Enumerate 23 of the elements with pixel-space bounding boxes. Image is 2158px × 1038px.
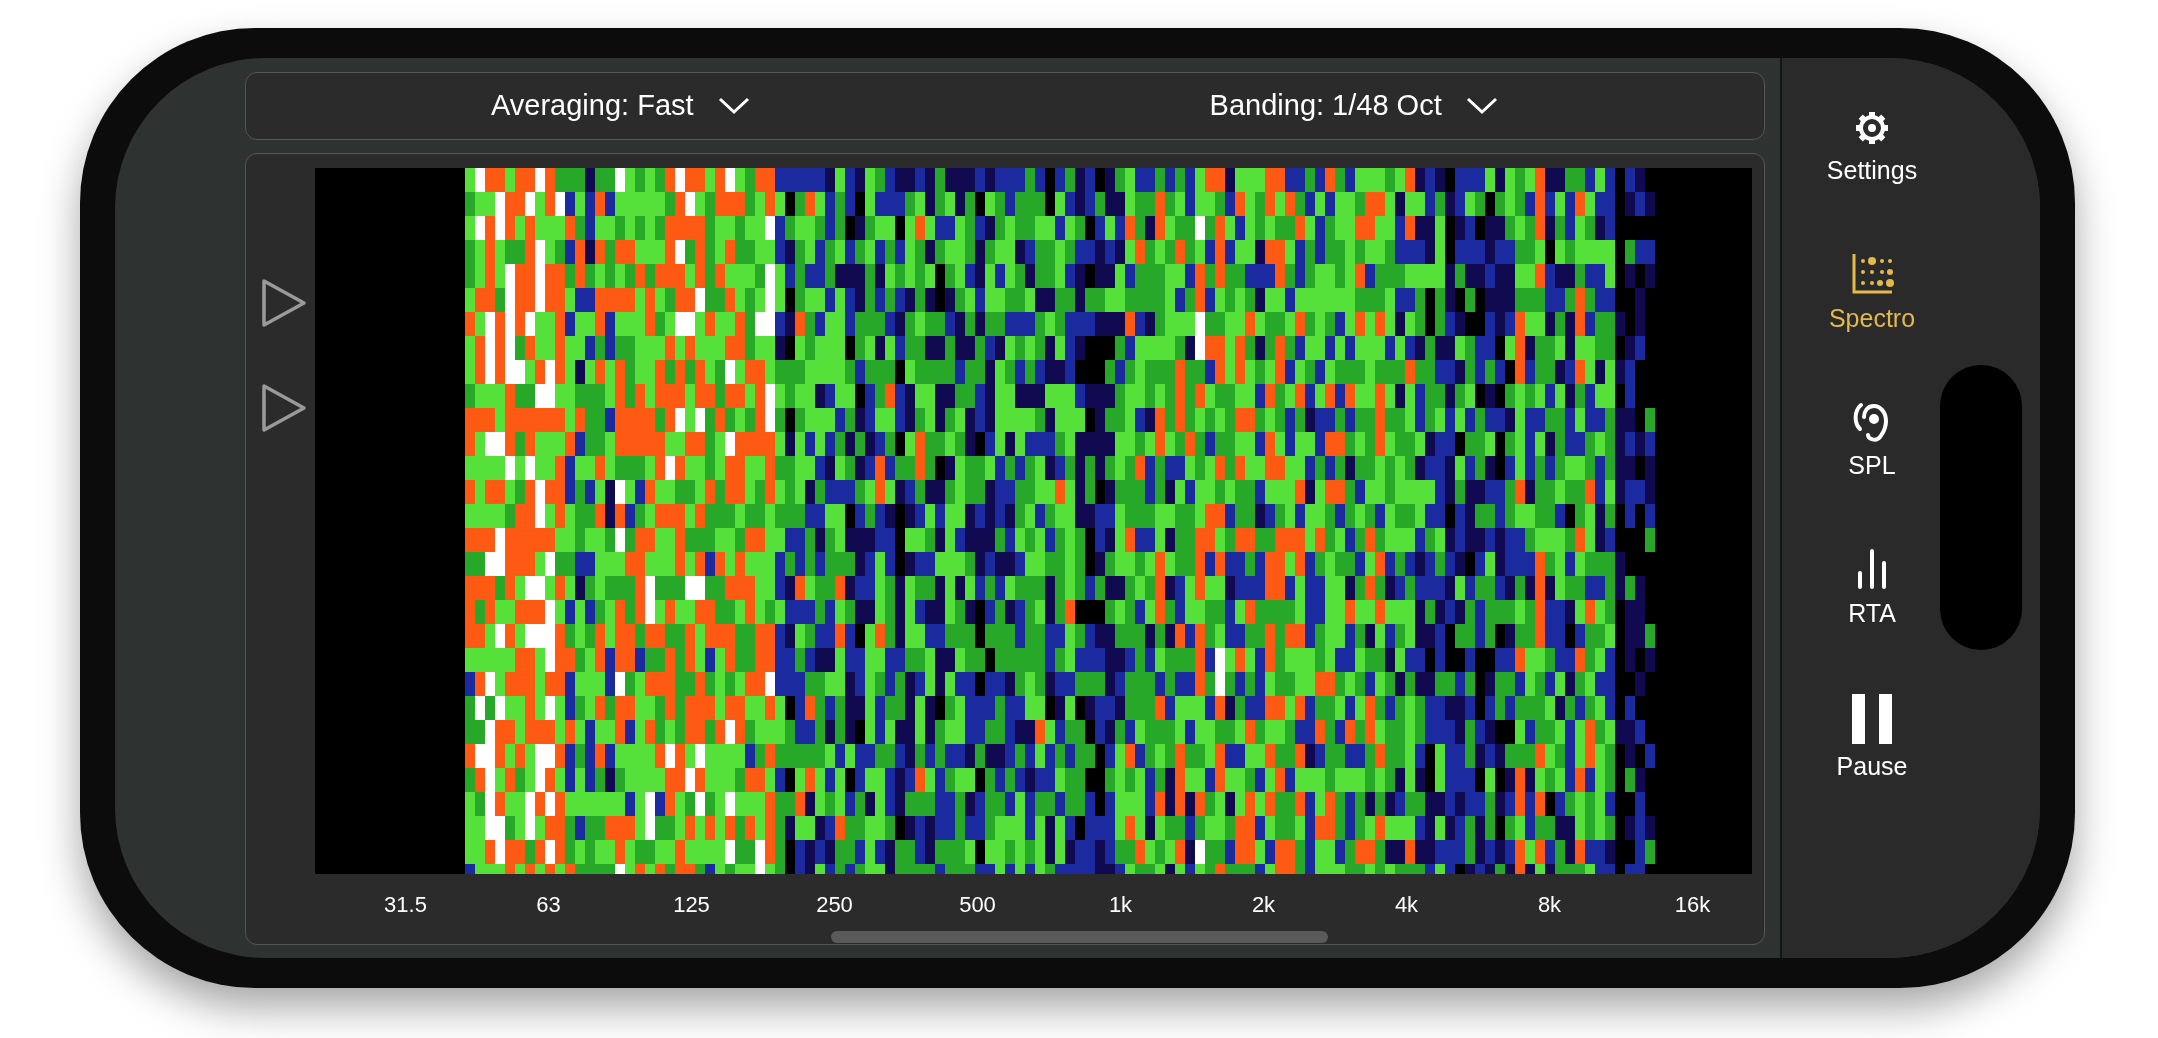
pause-icon (1850, 694, 1894, 744)
dropdown-button[interactable]: Averaging: Fast (491, 84, 750, 128)
dot-grid-chart-icon (1850, 251, 1894, 296)
frequency-label: 2k (1251, 891, 1276, 919)
frequency-label: 500 (959, 891, 996, 919)
frequency-label: 4k (1394, 891, 1419, 919)
frequency-label: 8k (1537, 891, 1562, 919)
chevron-down-icon (717, 97, 750, 115)
play-icon[interactable] (260, 278, 307, 328)
frequency-label: 125 (673, 891, 710, 919)
chevron-down-icon (1465, 97, 1498, 115)
frequency-label: 31.5 (384, 891, 427, 919)
nav-tab[interactable]: Settings (1802, 108, 1942, 190)
frequency-label: 1k (1108, 891, 1133, 919)
nav-tab[interactable]: SPL (1802, 399, 1942, 485)
frequency-label: 250 (816, 891, 853, 919)
frequency-label: 63 (536, 891, 561, 919)
play-icon[interactable] (260, 383, 307, 433)
nav-tab[interactable]: RTA (1802, 546, 1942, 632)
nav-tab[interactable]: Pause (1802, 694, 1942, 786)
nav-tab[interactable]: Spectro (1802, 251, 1942, 337)
dropdown-button[interactable]: Banding: 1/48 Oct (1209, 84, 1498, 128)
frequency-label: 16k (1674, 891, 1711, 919)
